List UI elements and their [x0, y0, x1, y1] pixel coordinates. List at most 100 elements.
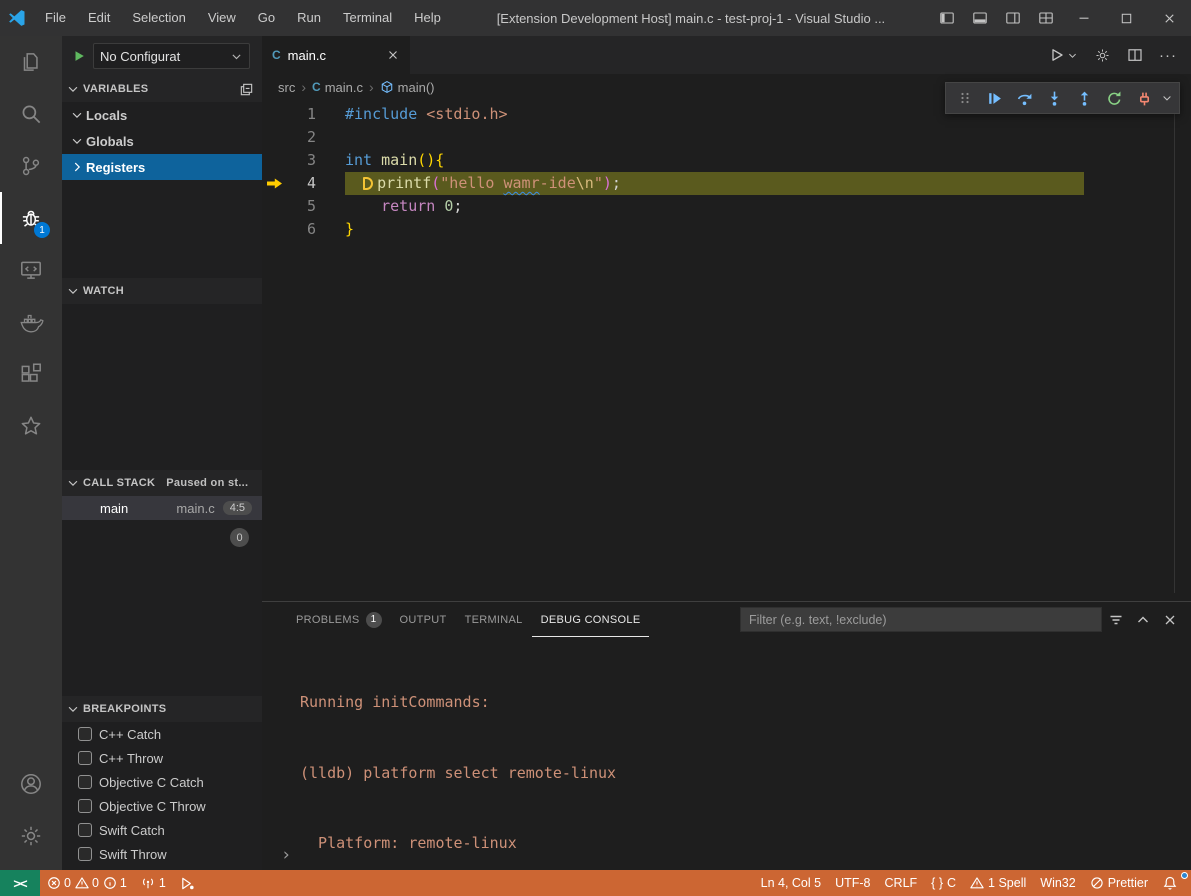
tab-main-c[interactable]: C main.c: [262, 36, 410, 74]
run-or-debug-button[interactable]: [1049, 47, 1078, 63]
settings-gear-button[interactable]: [1094, 47, 1111, 64]
close-panel-icon[interactable]: [1156, 607, 1183, 633]
customize-layout-icon[interactable]: [1029, 0, 1062, 36]
remote-indicator[interactable]: ><: [0, 870, 40, 896]
menu-terminal[interactable]: Terminal: [332, 0, 403, 36]
continue-icon: [986, 90, 1003, 107]
step-into-button[interactable]: [1041, 85, 1068, 111]
prettier-status[interactable]: Prettier: [1083, 870, 1155, 896]
activity-explorer[interactable]: [0, 36, 62, 88]
gutter-glyph-margin[interactable]: [262, 218, 286, 241]
eol-status[interactable]: CRLF: [878, 870, 925, 896]
tab-terminal[interactable]: TERMINAL: [456, 602, 532, 637]
debug-status-icon: [180, 876, 195, 891]
split-editor-button[interactable]: [1127, 47, 1143, 63]
info-icon: [103, 876, 117, 890]
checkbox[interactable]: [78, 847, 92, 861]
watch-section-header[interactable]: WATCH: [62, 278, 262, 304]
variables-scope-registers[interactable]: Registers: [62, 154, 262, 180]
continue-button[interactable]: [981, 85, 1008, 111]
activity-extensions[interactable]: [0, 348, 62, 400]
more-actions-button[interactable]: ···: [1159, 47, 1177, 64]
stack-frame-row[interactable]: main main.c 4:5: [62, 496, 262, 520]
toggle-secondary-sidebar-icon[interactable]: [996, 0, 1029, 36]
breakpoint-swift-catch[interactable]: Swift Catch: [62, 818, 262, 842]
breakpoint-swift-throw[interactable]: Swift Throw: [62, 842, 262, 866]
close-tab-icon[interactable]: [386, 48, 400, 62]
restart-button[interactable]: [1101, 85, 1128, 111]
menu-run[interactable]: Run: [286, 0, 332, 36]
tab-output[interactable]: OUTPUT: [391, 602, 456, 637]
problems-status[interactable]: 0 0 1: [40, 870, 134, 896]
platform-status[interactable]: Win32: [1033, 870, 1082, 896]
toggle-panel-icon[interactable]: [963, 0, 996, 36]
gutter-glyph-margin[interactable]: [262, 126, 286, 149]
breadcrumb-src[interactable]: src: [278, 80, 295, 95]
maximize-button[interactable]: [1105, 0, 1148, 36]
activity-remote-explorer[interactable]: [0, 244, 62, 296]
checkbox[interactable]: [78, 823, 92, 837]
breakpoint-label: Objective C Throw: [99, 799, 206, 814]
language-mode[interactable]: { } C: [924, 870, 963, 896]
breadcrumb-file[interactable]: C main.c: [312, 80, 363, 95]
variables-section-header[interactable]: VARIABLES: [62, 76, 262, 102]
console-input-prompt[interactable]: ›: [281, 845, 291, 865]
gutter-glyph-margin[interactable]: [262, 149, 286, 172]
gutter-glyph-margin[interactable]: [262, 195, 286, 218]
menu-go[interactable]: Go: [247, 0, 286, 36]
debug-status[interactable]: [173, 870, 202, 896]
menu-view[interactable]: View: [197, 0, 247, 36]
variables-scope-globals[interactable]: Globals: [62, 128, 262, 154]
breakpoint-cpp-throw[interactable]: C++ Throw: [62, 746, 262, 770]
account-button[interactable]: [0, 758, 62, 810]
gutter-glyph-margin[interactable]: [262, 103, 286, 126]
breakpoint-objc-throw[interactable]: Objective C Throw: [62, 794, 262, 818]
notifications-bell[interactable]: [1155, 870, 1185, 896]
close-window-button[interactable]: [1148, 0, 1191, 36]
code-editor[interactable]: 1 #include <stdio.h> 2 3 int main(){ 4: [262, 100, 1191, 601]
filter-lines-icon[interactable]: [1102, 607, 1129, 633]
scope-label: Locals: [86, 108, 127, 123]
activity-search[interactable]: [0, 88, 62, 140]
step-over-button[interactable]: [1011, 85, 1038, 111]
tab-debug-console[interactable]: DEBUG CONSOLE: [532, 602, 650, 637]
checkbox[interactable]: [78, 775, 92, 789]
spell-checker-status[interactable]: 1 Spell: [963, 870, 1033, 896]
chevron-down-icon[interactable]: [1161, 92, 1174, 104]
checkbox[interactable]: [78, 727, 92, 741]
checkbox[interactable]: [78, 799, 92, 813]
variables-scope-locals[interactable]: Locals: [62, 102, 262, 128]
launch-config-dropdown[interactable]: No Configurat: [93, 43, 250, 69]
drag-grip-icon[interactable]: [951, 85, 978, 111]
cursor-position[interactable]: Ln 4, Col 5: [754, 870, 828, 896]
inline-breakpoint-icon[interactable]: [363, 177, 373, 190]
tab-problems[interactable]: PROBLEMS1: [287, 602, 391, 637]
ports-status[interactable]: 1: [134, 870, 173, 896]
breadcrumb-symbol[interactable]: main(): [380, 80, 435, 95]
checkbox[interactable]: [78, 751, 92, 765]
chevron-right-icon: [70, 160, 84, 174]
activity-docker[interactable]: [0, 296, 62, 348]
disconnect-button[interactable]: [1131, 85, 1158, 111]
step-out-button[interactable]: [1071, 85, 1098, 111]
activity-run-debug[interactable]: 1: [0, 192, 62, 244]
call-stack-section-header[interactable]: CALL STACK Paused on st...: [62, 470, 262, 496]
activity-source-control[interactable]: [0, 140, 62, 192]
minimize-button[interactable]: [1062, 0, 1105, 36]
breakpoint-cpp-catch[interactable]: C++ Catch: [62, 722, 262, 746]
start-debug-icon[interactable]: [72, 49, 86, 63]
gutter-glyph-margin[interactable]: [262, 172, 286, 195]
settings-button[interactable]: [0, 810, 62, 862]
console-filter-input[interactable]: [740, 607, 1102, 632]
menu-file[interactable]: File: [34, 0, 77, 36]
toggle-sidebar-icon[interactable]: [930, 0, 963, 36]
menu-help[interactable]: Help: [403, 0, 452, 36]
activity-wamr-ide[interactable]: [0, 400, 62, 452]
encoding-status[interactable]: UTF-8: [828, 870, 877, 896]
maximize-panel-icon[interactable]: [1129, 607, 1156, 633]
menu-selection[interactable]: Selection: [121, 0, 196, 36]
collapse-all-icon[interactable]: [239, 82, 254, 97]
menu-edit[interactable]: Edit: [77, 0, 121, 36]
breakpoints-section-header[interactable]: BREAKPOINTS: [62, 696, 262, 722]
breakpoint-objc-catch[interactable]: Objective C Catch: [62, 770, 262, 794]
